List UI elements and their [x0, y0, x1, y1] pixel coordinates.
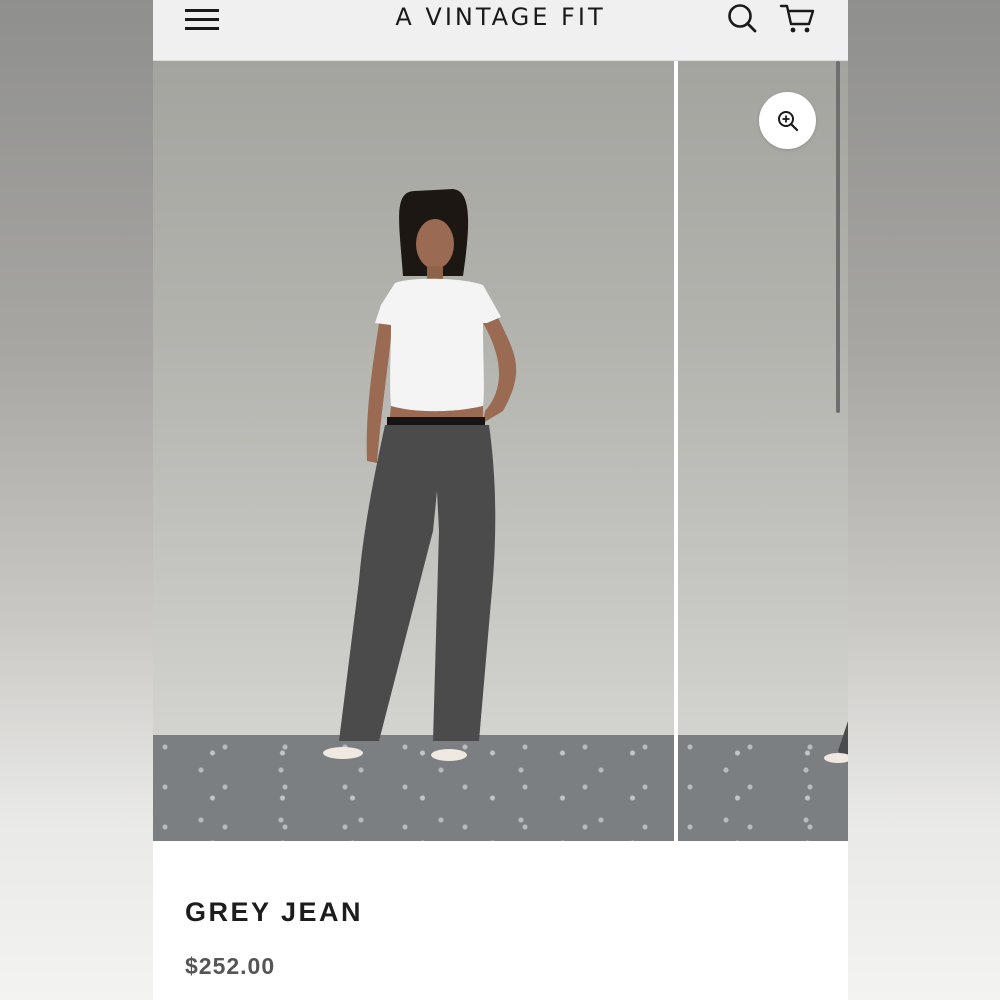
product-price: $252.00	[185, 953, 276, 979]
product-title: GREY JEAN	[185, 897, 364, 927]
mobile-page: A VINTAGE FIT GREY JEAN $252.00	[153, 0, 848, 1000]
model-figure	[323, 189, 517, 761]
product-image-main[interactable]	[153, 61, 674, 841]
product-image-next[interactable]	[678, 61, 848, 841]
cart-icon[interactable]	[778, 0, 818, 40]
model-figure-partial	[824, 721, 848, 763]
product-image-gallery[interactable]	[153, 61, 848, 841]
site-header: A VINTAGE FIT	[153, 0, 848, 61]
search-icon[interactable]	[723, 0, 763, 40]
product-info: GREY JEAN $252.00	[153, 841, 848, 1000]
zoom-in-icon[interactable]	[759, 92, 816, 149]
page-scrollbar[interactable]	[836, 61, 840, 413]
